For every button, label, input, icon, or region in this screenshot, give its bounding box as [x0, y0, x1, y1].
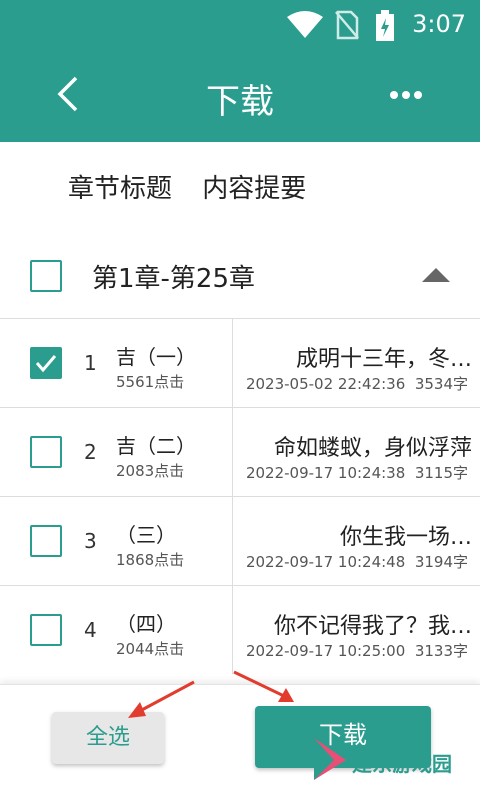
watermark: 建东游戏园 — [296, 728, 480, 788]
chapter-checkbox[interactable] — [30, 525, 62, 557]
status-bar: 3:07 — [0, 0, 480, 50]
column-headers: 章节标题 内容提要 — [68, 168, 328, 205]
chapter-meta: 2022-09-17 10:25:00 3133字 — [246, 640, 468, 661]
chapter-checkbox[interactable] — [30, 436, 62, 468]
group-title: 第1章-第25章 — [92, 264, 256, 294]
chapter-index: 4 — [84, 618, 97, 642]
chapter-checkbox[interactable] — [30, 614, 62, 646]
chapter-clicks: 1868点击 — [116, 551, 185, 569]
chapter-row[interactable]: 4 （四） 2044点击 你不记得我了？我… 2022-09-17 10:25:… — [0, 585, 480, 674]
tab-content-summary[interactable]: 内容提要 — [202, 174, 306, 204]
chapter-words: 3534字 — [414, 375, 468, 393]
checkmark-icon — [35, 355, 57, 373]
app-header: 3:07 下载 — [0, 0, 480, 142]
chapter-words: 3115字 — [414, 464, 468, 482]
chapter-summary: 你不记得我了？我… — [273, 614, 472, 639]
chapter-index: 1 — [84, 351, 97, 375]
chapter-meta: 2023-05-02 22:42:36 3534字 — [246, 373, 468, 394]
watermark-logo — [314, 738, 346, 780]
chapter-row[interactable]: 1 吉（一） 5561点击 成明十三年，冬… 2023-05-02 22:42:… — [0, 318, 480, 407]
chapter-row[interactable]: 3 （三） 1868点击 你生我一场… 2022-09-17 10:24:48 … — [0, 496, 480, 585]
column-divider — [232, 586, 233, 674]
collapse-icon[interactable] — [422, 268, 450, 282]
chapter-summary: 命如蝼蚁，身似浮萍 — [273, 436, 472, 461]
column-divider — [232, 408, 233, 496]
chapter-clicks: 2083点击 — [116, 462, 185, 480]
annotation-arrow-right — [233, 670, 294, 702]
chapter-row[interactable]: 2 吉（二） 2083点击 命如蝼蚁，身似浮萍 2022-09-17 10:24… — [0, 407, 480, 496]
chapter-datetime: 2023-05-02 22:42:36 — [245, 375, 406, 393]
chapter-title: （四） — [116, 612, 176, 636]
more-icon[interactable] — [386, 80, 426, 110]
wifi-icon — [287, 11, 323, 38]
annotation-arrow-left — [128, 680, 195, 718]
chapter-list: 1 吉（一） 5561点击 成明十三年，冬… 2023-05-02 22:42:… — [0, 318, 480, 674]
status-time: 3:07 — [412, 10, 466, 38]
chapter-checkbox[interactable] — [30, 347, 62, 379]
chapter-datetime: 2022-09-17 10:25:00 — [245, 642, 406, 660]
tab-chapter-title[interactable]: 章节标题 — [68, 174, 172, 204]
chapter-title: 吉（二） — [116, 434, 196, 458]
chapter-words: 3133字 — [414, 642, 468, 660]
column-divider — [232, 319, 233, 407]
battery-icon — [376, 10, 394, 41]
chapter-meta: 2022-09-17 10:24:48 3194字 — [246, 551, 468, 572]
chapter-index: 2 — [84, 440, 97, 464]
chapter-summary: 成明十三年，冬… — [295, 347, 472, 372]
no-sim-icon — [335, 10, 359, 40]
column-divider — [232, 497, 233, 585]
watermark-text: 建东游戏园 — [352, 752, 452, 776]
chapter-index: 3 — [84, 529, 97, 553]
chapter-clicks: 5561点击 — [116, 373, 185, 391]
chapter-words: 3194字 — [414, 553, 468, 571]
chapter-summary: 你生我一场… — [339, 525, 472, 550]
chapter-meta: 2022-09-17 10:24:38 3115字 — [246, 462, 468, 483]
chapter-datetime: 2022-09-17 10:24:48 — [245, 553, 406, 571]
chapter-title: （三） — [116, 523, 176, 547]
chapter-clicks: 2044点击 — [116, 640, 185, 658]
group-checkbox[interactable] — [30, 260, 62, 292]
chapter-group-header[interactable]: 第1章-第25章 — [0, 246, 480, 306]
chapter-datetime: 2022-09-17 10:24:38 — [245, 464, 406, 482]
chapter-title: 吉（一） — [116, 345, 196, 369]
